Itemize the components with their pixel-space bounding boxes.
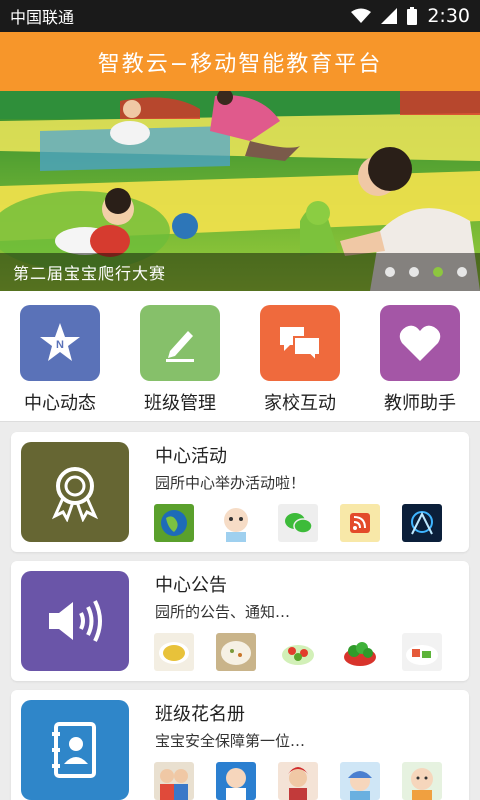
banner-caption-bar: 第二届宝宝爬行大赛 (0, 253, 480, 291)
app-title-bar: 智教云−移动智能教育平台 (0, 32, 480, 91)
banner-caption: 第二届宝宝爬行大赛 (13, 264, 167, 283)
card-title: 班级花名册 (155, 704, 245, 725)
rss-thumbnail (340, 504, 380, 542)
app-title: 智教云−移动智能教育平台 (97, 51, 383, 77)
baby-hat-photo-thumbnail (340, 762, 380, 800)
soup-thumbnail (154, 633, 194, 671)
carrier-name: 中国联通 (10, 8, 75, 27)
award-ribbon-icon (21, 442, 129, 542)
carousel-dot-active[interactable] (433, 267, 443, 277)
status-bar: 中国联通 2:30 (0, 0, 480, 32)
heart-icon (380, 305, 460, 381)
carousel-dot[interactable] (457, 267, 467, 277)
card-center-announcements[interactable]: 中心公告 园所的公告、通知… (11, 561, 469, 681)
clock-time: 2:30 (427, 5, 470, 27)
nav-teacher-assistant[interactable]: 教师助手 (365, 305, 475, 421)
chat-bubbles-icon (260, 305, 340, 381)
quick-nav: N 中心动态 班级管理 家校互动 教师助手 (0, 291, 480, 422)
kids-photo-thumbnail (154, 762, 194, 800)
status-icons: 2:30 (351, 5, 470, 27)
porridge-thumbnail (216, 633, 256, 671)
card-thumbnails (154, 762, 442, 800)
globe-thumbnail (154, 504, 194, 542)
broccoli-thumbnail (340, 633, 380, 671)
wechat-thumbnail (278, 504, 318, 542)
wifi-icon (351, 8, 372, 23)
banner-carousel[interactable]: 第二届宝宝爬行大赛 (0, 91, 480, 291)
battery-icon (407, 7, 418, 25)
nav-label: 教师助手 (384, 393, 456, 414)
carousel-dot[interactable] (409, 267, 419, 277)
baby-cartoon-thumbnail (216, 504, 256, 542)
tech-thumbnail (402, 504, 442, 542)
carousel-indicators (385, 267, 467, 277)
card-description: 宝宝安全保障第一位… (155, 732, 306, 750)
nav-center-news[interactable]: N 中心动态 (5, 305, 115, 421)
card-thumbnails (154, 633, 442, 671)
card-class-roster[interactable]: 班级花名册 宝宝安全保障第一位… (11, 690, 469, 800)
carousel-dot[interactable] (385, 267, 395, 277)
svg-text:N: N (56, 339, 64, 351)
nav-label: 家校互动 (264, 393, 336, 414)
nav-home-school[interactable]: 家校互动 (245, 305, 355, 421)
nav-label: 班级管理 (144, 393, 216, 414)
salad-thumbnail (278, 633, 318, 671)
card-center-activities[interactable]: 中心活动 园所中心举办活动啦！ (11, 432, 469, 552)
speaker-icon (21, 571, 129, 671)
nav-label: 中心动态 (24, 393, 96, 414)
card-description: 园所的公告、通知… (155, 603, 291, 621)
vegetable-dish-thumbnail (402, 633, 442, 671)
toddler-photo-thumbnail (402, 762, 442, 800)
star-n-icon: N (20, 305, 100, 381)
card-thumbnails (154, 504, 442, 542)
baby-photo-thumbnail (216, 762, 256, 800)
girl-photo-thumbnail (278, 762, 318, 800)
contact-book-icon (21, 700, 129, 800)
nav-class-management[interactable]: 班级管理 (125, 305, 235, 421)
card-title: 中心活动 (155, 446, 227, 467)
card-description: 园所中心举办活动啦！ (155, 474, 306, 492)
card-title: 中心公告 (155, 575, 227, 596)
pencil-icon (140, 305, 220, 381)
signal-icon (381, 8, 398, 24)
